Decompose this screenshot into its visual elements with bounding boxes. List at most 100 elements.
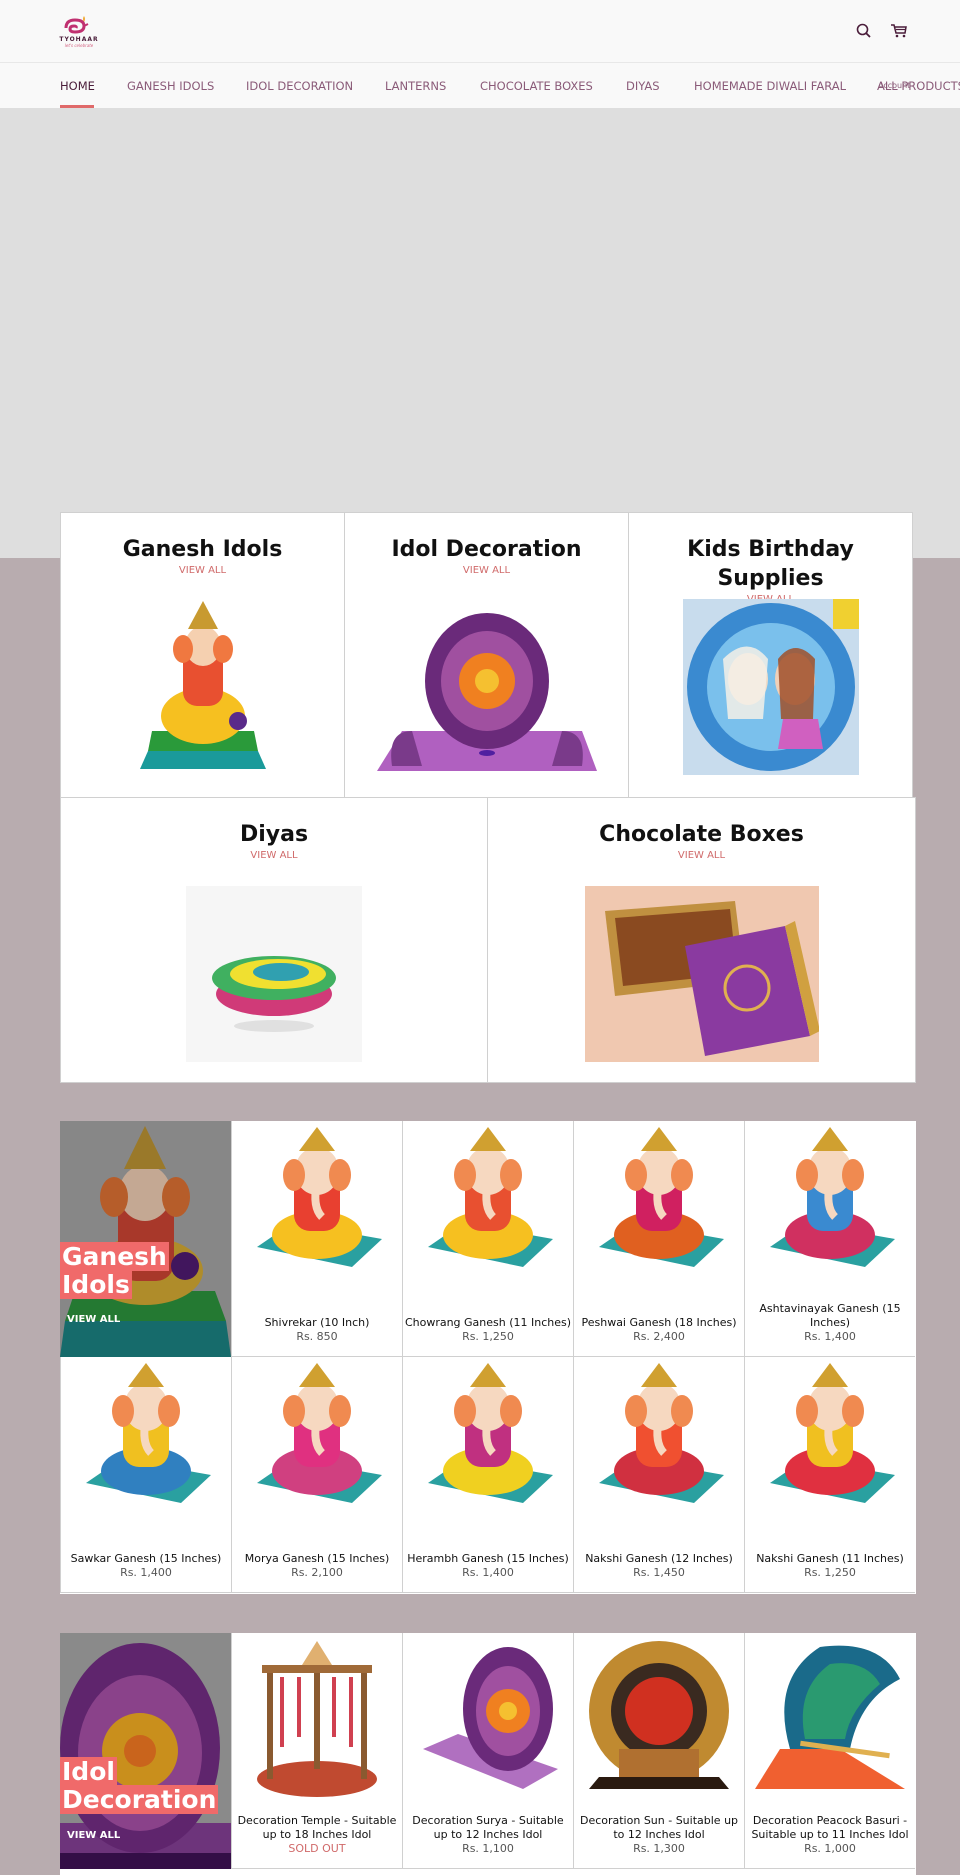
product-card[interactable]: Decoration Sun - Suitable up to 12 Inche… xyxy=(573,1633,744,1869)
product-name: Peshwai Ganesh (18 Inches) xyxy=(581,1316,737,1329)
frozen-plate-image xyxy=(682,599,859,775)
product-name: Shivrekar (10 Inch) xyxy=(264,1316,370,1329)
product-info: Shivrekar (10 Inch) Rs. 850 xyxy=(232,1316,402,1344)
product-price: Rs. 1,300 xyxy=(633,1842,685,1855)
product-info: Morya Ganesh (15 Inches) Rs. 2,100 xyxy=(232,1552,402,1580)
product-info: Decoration Temple - Suitable up to 18 In… xyxy=(232,1814,402,1856)
view-all-link[interactable]: VIEW ALL xyxy=(67,1830,120,1841)
decoration-temple-image xyxy=(257,1641,377,1797)
collection-diyas[interactable]: Diyas VIEW ALL xyxy=(60,797,488,1083)
product-info: Nakshi Ganesh (11 Inches) Rs. 1,250 xyxy=(745,1552,915,1580)
product-price: Rs. 2,400 xyxy=(633,1330,685,1343)
collection-title: Diyas xyxy=(239,822,309,847)
ganesh-product-image xyxy=(428,1127,553,1267)
product-card[interactable]: Herambh Ganesh (15 Inches) Rs. 1,400 xyxy=(402,1357,573,1593)
collection-ganesh-idols[interactable]: Ganesh Idols VIEW ALL xyxy=(60,512,345,798)
account-link[interactable]: Account xyxy=(878,81,910,90)
featured-collection-tile[interactable]: Idol Decoration VIEW ALL xyxy=(60,1633,231,1869)
product-info: Peshwai Ganesh (18 Inches) Rs. 2,400 xyxy=(574,1316,744,1344)
view-all-link[interactable]: VIEW ALL xyxy=(61,565,344,576)
logo-tagline: let's celebrate xyxy=(64,43,94,48)
main-nav: HOME GANESH IDOLS IDOL DECORATION LANTER… xyxy=(0,63,960,108)
view-all-link[interactable]: VIEW ALL xyxy=(345,565,628,576)
product-image xyxy=(755,1363,905,1527)
decoration-peacock-image xyxy=(755,1645,905,1789)
product-image xyxy=(242,1127,392,1291)
search-icon[interactable] xyxy=(855,22,873,40)
cart-icon[interactable] xyxy=(890,22,908,40)
product-info: Herambh Ganesh (15 Inches) Rs. 1,400 xyxy=(403,1552,573,1580)
product-image xyxy=(71,1363,221,1527)
idol-decoration-image xyxy=(376,613,597,771)
featured-idol-decoration: Idol Decoration VIEW ALL Decoration Temp… xyxy=(60,1633,916,1875)
ganesh-product-image xyxy=(257,1363,382,1503)
product-card[interactable]: Ashtavinayak Ganesh (15 Inches) Rs. 1,40… xyxy=(744,1121,915,1357)
product-card[interactable]: Decoration Surya - Suitable up to 12 Inc… xyxy=(402,1633,573,1869)
product-image xyxy=(579,1639,739,1803)
product-card[interactable]: Nakshi Ganesh (12 Inches) Rs. 1,450 xyxy=(573,1357,744,1593)
product-image xyxy=(413,1127,563,1291)
nav-item-lanterns[interactable]: LANTERNS xyxy=(385,79,446,93)
view-all-link[interactable]: VIEW ALL xyxy=(61,850,487,861)
product-name: Nakshi Ganesh (11 Inches) xyxy=(756,1552,904,1565)
product-card[interactable]: Peshwai Ganesh (18 Inches) Rs. 2,400 xyxy=(573,1121,744,1357)
collection-idol-decoration[interactable]: Idol Decoration VIEW ALL xyxy=(344,512,629,798)
featured-ganesh-idols: Ganesh Idols VIEW ALL Shivrekar (10 Inch… xyxy=(60,1121,916,1594)
product-info: Decoration Peacock Basuri - Suitable up … xyxy=(745,1814,915,1856)
chocolate-box-image xyxy=(584,886,819,1062)
product-price: Rs. 1,250 xyxy=(804,1566,856,1579)
page-gutter xyxy=(916,1120,960,1875)
diya-logo-icon xyxy=(64,16,89,34)
nav-item-chocolate-boxes[interactable]: CHOCOLATE BOXES xyxy=(480,79,593,93)
product-card[interactable]: Nakshi Ganesh (11 Inches) Rs. 1,250 xyxy=(744,1357,915,1593)
collection-kids-birthday-supplies[interactable]: Kids Birthday Supplies VIEW ALL xyxy=(628,512,913,798)
nav-item-home[interactable]: HOME xyxy=(60,79,95,93)
ganesh-product-image xyxy=(428,1363,553,1503)
diya-image xyxy=(186,886,362,1062)
product-info: Nakshi Ganesh (12 Inches) Rs. 1,450 xyxy=(574,1552,744,1580)
sold-out-badge: SOLD OUT xyxy=(288,1842,346,1855)
product-info: Decoration Surya - Suitable up to 12 Inc… xyxy=(403,1814,573,1856)
ganesh-idol-image xyxy=(139,601,266,769)
product-name: Morya Ganesh (15 Inches) xyxy=(244,1552,390,1565)
collection-chocolate-boxes[interactable]: Chocolate Boxes VIEW ALL xyxy=(487,797,916,1083)
product-name: Decoration Peacock Basuri - Suitable up … xyxy=(751,1814,909,1841)
product-info: Chowrang Ganesh (11 Inches) Rs. 1,250 xyxy=(403,1316,573,1344)
product-card[interactable]: Chowrang Ganesh (11 Inches) Rs. 1,250 xyxy=(402,1121,573,1357)
product-image xyxy=(755,1127,905,1291)
collection-title: Ganesh Idols xyxy=(122,537,283,562)
product-image xyxy=(584,1127,734,1291)
product-image xyxy=(750,1639,910,1803)
product-image xyxy=(584,1363,734,1527)
product-card[interactable]: Decoration Temple - Suitable up to 18 In… xyxy=(231,1633,402,1869)
product-info: Ashtavinayak Ganesh (15 Inches) Rs. 1,40… xyxy=(745,1302,915,1344)
collection-title: Chocolate Boxes xyxy=(599,822,804,847)
product-image xyxy=(242,1363,392,1527)
product-name: Herambh Ganesh (15 Inches) xyxy=(407,1552,569,1565)
product-name: Decoration Sun - Suitable up to 12 Inche… xyxy=(579,1814,739,1841)
product-name: Chowrang Ganesh (11 Inches) xyxy=(404,1316,572,1329)
product-price: Rs. 1,450 xyxy=(633,1566,685,1579)
product-price: Rs. 1,000 xyxy=(804,1842,856,1855)
nav-item-idol-decoration[interactable]: IDOL DECORATION xyxy=(246,79,353,93)
nav-item-homemade-diwali-faral[interactable]: HOMEMADE DIWALI FARAL xyxy=(694,79,846,93)
ganesh-product-image xyxy=(257,1127,382,1267)
product-card[interactable]: Decoration Peacock Basuri - Suitable up … xyxy=(744,1633,915,1869)
product-card[interactable]: Shivrekar (10 Inch) Rs. 850 xyxy=(231,1121,402,1357)
nav-item-ganesh-idols[interactable]: GANESH IDOLS xyxy=(127,79,214,93)
nav-item-diyas[interactable]: DIYAS xyxy=(626,79,660,93)
product-image xyxy=(413,1363,563,1527)
ganesh-product-image xyxy=(770,1363,895,1503)
logo-text: TYOHAAR xyxy=(59,36,99,43)
product-info: Sawkar Ganesh (15 Inches) Rs. 1,400 xyxy=(61,1552,231,1580)
featured-collection-tile[interactable]: Ganesh Idols VIEW ALL xyxy=(60,1121,231,1357)
product-card[interactable]: Morya Ganesh (15 Inches) Rs. 2,100 xyxy=(231,1357,402,1593)
product-card[interactable]: Sawkar Ganesh (15 Inches) Rs. 1,400 xyxy=(60,1357,231,1593)
view-all-link[interactable]: VIEW ALL xyxy=(67,1314,120,1325)
product-name: Decoration Surya - Suitable up to 12 Inc… xyxy=(412,1814,564,1841)
product-image xyxy=(413,1639,563,1803)
product-info: Decoration Sun - Suitable up to 12 Inche… xyxy=(574,1814,744,1856)
logo[interactable]: TYOHAAR let's celebrate xyxy=(58,14,100,48)
ganesh-product-image xyxy=(599,1363,724,1503)
view-all-link[interactable]: VIEW ALL xyxy=(488,850,915,861)
